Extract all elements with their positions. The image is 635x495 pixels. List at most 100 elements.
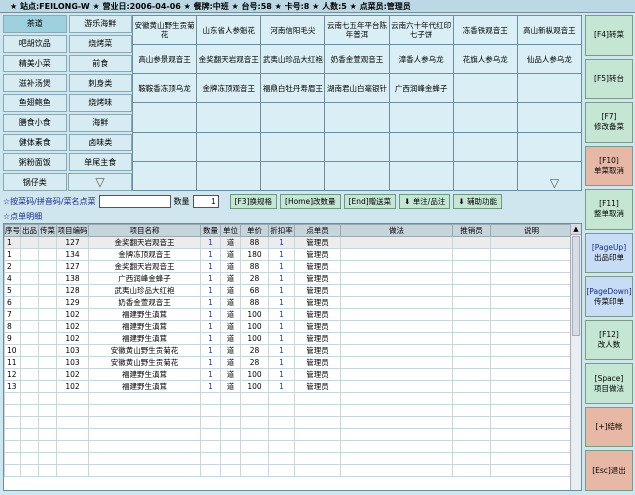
empty-dish-slot	[325, 103, 390, 133]
table-row[interactable]	[4, 440, 573, 453]
table-cell	[56, 452, 89, 465]
function-button[interactable]: [Home]改数量	[280, 194, 341, 209]
table-row[interactable]	[4, 392, 573, 405]
table-row[interactable]	[4, 464, 573, 477]
dish-scroll-down-icon[interactable]: ▽	[527, 175, 582, 191]
dish-button[interactable]: 广西润峰金蜂子	[389, 74, 454, 104]
table-cell	[4, 440, 21, 453]
table-row[interactable]: 4 138 广西润峰金蜂子 1 道 28 1 管理员	[4, 272, 573, 285]
dish-button[interactable]: 金奖翻天岩观音王	[197, 45, 262, 75]
category-button[interactable]: 游乐海鲜	[68, 15, 132, 33]
table-row[interactable]: 1 134 金牌冻顶观音王 1 道 180 1 管理员	[4, 248, 573, 261]
column-header[interactable]: 推销员	[452, 224, 491, 237]
category-button[interactable]: 茶道	[3, 15, 67, 33]
table-cell: 1	[200, 260, 221, 273]
dish-button[interactable]: 山东省人参魁花	[197, 16, 262, 46]
category-button[interactable]: 单尾主食	[68, 153, 132, 172]
table-row[interactable]: 11 103 安徽黄山野生贡菊花 1 道 28 1 管理员	[4, 356, 573, 369]
table-row[interactable]: 12 102 福建野生滇茸 1 道 100 1 管理员	[4, 368, 573, 381]
dish-button[interactable]: 冻香铁观音王	[453, 16, 518, 46]
dish-button[interactable]: 鞍鞍香冻顶乌龙	[133, 74, 198, 104]
column-header[interactable]: 数量	[200, 224, 221, 237]
column-header[interactable]: 项目编码	[56, 224, 89, 237]
action-button[interactable]: [F12] 改人数	[585, 319, 633, 361]
dish-button[interactable]: 花旗人参乌龙	[453, 45, 518, 75]
table-cell: 管理员	[294, 344, 341, 357]
search-input[interactable]	[98, 195, 171, 208]
category-button[interactable]: 健体素食	[3, 133, 67, 152]
dish-button[interactable]: 河南信阳毛尖	[261, 16, 326, 46]
action-button[interactable]: [F10] 单菜取消	[585, 145, 633, 187]
category-button[interactable]: 刺身类	[68, 74, 132, 93]
action-button[interactable]: [F5]转台	[585, 58, 633, 100]
column-header[interactable]: 说明	[490, 224, 573, 237]
dish-button[interactable]: 云南六十年代红印七子饼	[389, 16, 454, 46]
category-button[interactable]: 粥粉面饭	[3, 153, 67, 172]
column-header[interactable]: 折扣率	[268, 224, 295, 237]
category-button[interactable]: 精美小菜	[3, 54, 67, 73]
category-button[interactable]: 前食	[68, 54, 132, 73]
table-row[interactable]	[4, 404, 573, 417]
quantity-input[interactable]	[192, 195, 219, 208]
table-cell: 福建野生滇茸	[88, 380, 201, 393]
dish-button[interactable]: 仙品人参乌龙	[517, 45, 582, 75]
action-button[interactable]: [PageDown] 传菜印单	[585, 276, 633, 317]
dish-button[interactable]: 高山参景观音王	[133, 45, 198, 75]
category-button[interactable]: 烧烤味	[68, 94, 132, 112]
table-row[interactable]: 10 103 安徽黄山野生贡菊花 1 道 28 1 管理员	[4, 344, 573, 357]
action-button[interactable]: [Space] 项目做法	[585, 363, 633, 404]
table-row[interactable]: 7 102 福建野生滇茸 1 道 100 1 管理员	[4, 308, 573, 321]
table-row[interactable]: 5 128 武夷山珍品大红袍 1 道 68 1 管理员	[4, 284, 573, 297]
action-button[interactable]: [F7] 修改备菜	[585, 102, 633, 143]
function-button[interactable]: [End]赠送菜	[343, 194, 397, 209]
category-button[interactable]: 吧胡饮品	[3, 34, 67, 53]
dish-button[interactable]: 武夷山珍品大红袍	[261, 45, 326, 75]
action-button[interactable]: [PageUp] 出品印单	[585, 232, 633, 274]
category-button[interactable]: 海鲜	[68, 113, 132, 132]
column-header[interactable]: 传菜	[38, 224, 57, 237]
category-button[interactable]: 鱼翅鲍鱼	[3, 94, 67, 112]
category-button[interactable]: 膳食小食	[3, 113, 67, 132]
column-header[interactable]: 点单员	[294, 224, 341, 237]
table-row[interactable]: 13 102 福建野生滇茸 1 道 100 1 管理员	[4, 380, 573, 393]
action-button[interactable]: [F11] 整单取消	[585, 189, 633, 230]
dish-button[interactable]: 福鼎白牡丹寿眉王	[261, 74, 326, 104]
column-header[interactable]: 做法	[340, 224, 453, 237]
table-row[interactable]: 2 127 金奖翻天岩观音王 1 道 88 1 管理员	[4, 260, 573, 273]
action-button[interactable]: [+]结帐	[585, 406, 633, 448]
table-row[interactable]: 1 127 金奖翻天岩观音王 1 道 88 1 管理员	[4, 236, 573, 249]
category-button[interactable]: 卤味类	[68, 133, 132, 152]
table-row[interactable]	[4, 416, 573, 429]
action-button[interactable]: [F4]转菜	[585, 15, 633, 56]
dish-button[interactable]: 金牌冻顶观音王	[197, 74, 262, 104]
category-button[interactable]: 锅仔类	[3, 173, 67, 191]
table-row[interactable]: 8 102 福建野生滇茸 1 道 100 1 管理员	[4, 320, 573, 333]
category-button[interactable]: 烧烤菜	[68, 34, 132, 53]
table-row[interactable]	[4, 428, 573, 441]
column-header[interactable]: 单价	[240, 224, 269, 237]
dish-button[interactable]: 奶香金萱观音王	[325, 45, 390, 75]
dish-button[interactable]: 安徽黄山野生贡菊花	[133, 16, 198, 46]
dish-button[interactable]: 云南七五年平台陈年普洱	[325, 16, 390, 46]
column-header[interactable]: 项目名称	[88, 224, 201, 237]
dish-button[interactable]: 漳香人参乌龙	[389, 45, 454, 75]
table-cell: 1	[268, 260, 295, 273]
function-button[interactable]: ⬇ 单注/品注	[399, 194, 451, 209]
scroll-thumb[interactable]	[572, 236, 580, 336]
table-row[interactable]: 6 129 奶香金萱观音王 1 道 88 1 管理员	[4, 296, 573, 309]
table-cell	[452, 344, 491, 357]
scroll-up-icon[interactable]: ▲	[571, 224, 581, 235]
dish-button[interactable]: 湖南君山白毫银针	[325, 74, 390, 104]
column-header[interactable]: 序号	[4, 224, 21, 237]
function-button[interactable]: ⬇ 辅助功能	[453, 194, 503, 209]
vertical-scrollbar[interactable]: ▲	[570, 224, 581, 490]
function-button[interactable]: [F3]换规格	[229, 194, 278, 209]
column-header[interactable]: 出品	[20, 224, 39, 237]
action-button[interactable]: [Esc]退出	[585, 450, 633, 492]
category-button[interactable]: 滋补汤煲	[3, 74, 67, 93]
table-row[interactable]	[4, 452, 573, 465]
column-header[interactable]: 单位	[220, 224, 241, 237]
table-row[interactable]: 9 102 福建野生滇茸 1 道 100 1 管理员	[4, 332, 573, 345]
dish-button[interactable]: 高山新枞观音王	[517, 16, 582, 46]
category-scroll-down-icon[interactable]: ▽	[68, 173, 132, 191]
